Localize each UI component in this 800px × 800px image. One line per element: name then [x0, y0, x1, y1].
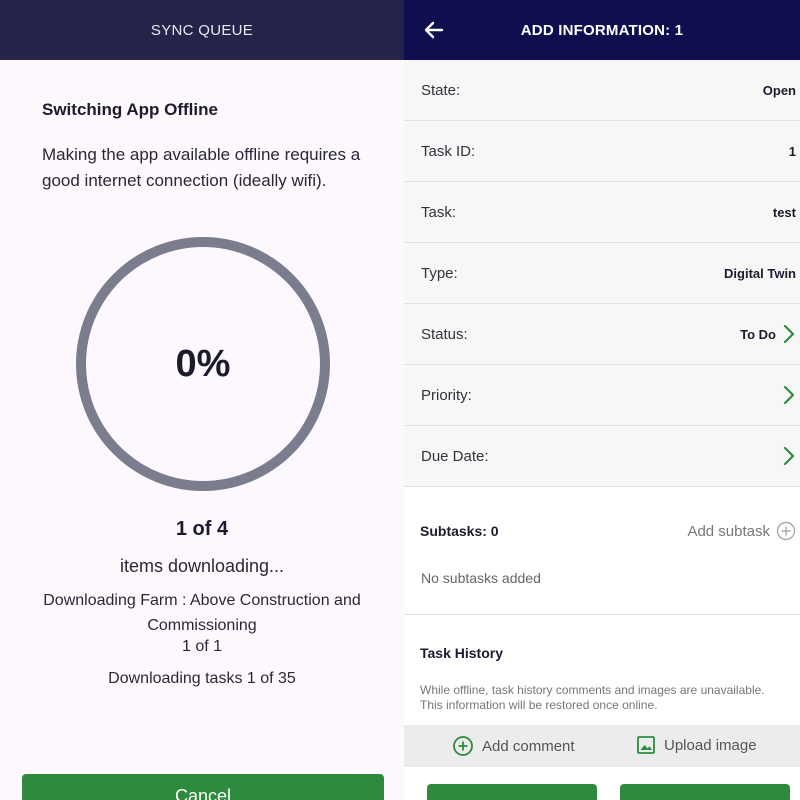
chevron-right-icon[interactable]: [782, 324, 796, 344]
farm-status: Downloading Farm : Above Construction an…: [43, 592, 361, 634]
field-task-id: Task ID: 1: [404, 121, 800, 182]
field-label: State:: [421, 81, 461, 99]
field-label: Task:: [421, 203, 457, 221]
tasks-status: Downloading tasks 1 of 35: [108, 670, 296, 687]
progress-percent: 0%: [175, 342, 231, 385]
field-label: Task ID:: [421, 142, 476, 160]
field-value: Digital Twin: [724, 265, 796, 281]
chevron-right-icon[interactable]: [782, 385, 796, 405]
field-value: test: [772, 204, 796, 220]
field-value: To Do: [740, 326, 776, 342]
subtasks-section: Subtasks: 0 Add subtask No subtasks adde…: [404, 487, 800, 615]
add-information-appbar: ADD INFORMATION: 1: [404, 0, 800, 60]
history-actions-bar: Add comment Upload image: [404, 725, 800, 767]
plus-circle-icon: [776, 521, 796, 541]
field-priority[interactable]: Priority:: [404, 365, 800, 426]
items-status: items downloading...: [119, 556, 285, 576]
task-fields: State: Open Task ID: 1 Task: test Type: …: [404, 60, 800, 487]
arrow-left-icon[interactable]: [422, 18, 446, 42]
field-label: Type:: [421, 264, 458, 282]
upload-image-button[interactable]: Upload image: [636, 735, 757, 755]
image-icon: [637, 736, 655, 754]
field-type: Type: Digital Twin: [404, 243, 800, 304]
offline-description: Making the app available offline require…: [42, 145, 361, 190]
footer-button-left[interactable]: [427, 784, 597, 800]
progress-ring: 0%: [75, 236, 331, 492]
plus-circle-icon: [453, 736, 473, 756]
footer-button-right[interactable]: [620, 784, 790, 800]
sync-queue-appbar: SYNC QUEUE: [0, 0, 404, 60]
items-count: 1 of 4: [175, 518, 229, 540]
add-comment-label: Add comment: [482, 737, 575, 755]
add-subtask-label: Add subtask: [687, 522, 770, 540]
add-information-title: ADD INFORMATION: 1: [520, 21, 684, 39]
add-subtask-button[interactable]: Add subtask: [687, 521, 796, 541]
field-task: Task: test: [404, 182, 800, 243]
farm-count: 1 of 1: [181, 638, 223, 655]
field-value: 1: [788, 143, 796, 159]
chevron-right-icon[interactable]: [782, 446, 796, 466]
field-due-date[interactable]: Due Date:: [404, 426, 800, 487]
field-value: Open: [762, 82, 796, 98]
sync-queue-panel: SYNC QUEUE Switching App Offline Making …: [0, 0, 404, 800]
sync-queue-title: SYNC QUEUE: [150, 21, 254, 39]
add-information-panel: ADD INFORMATION: 1 State: Open Task ID: …: [404, 0, 800, 800]
field-status[interactable]: Status: To Do: [404, 304, 800, 365]
field-label: Due Date:: [421, 447, 489, 465]
add-comment-button[interactable]: Add comment: [452, 735, 575, 757]
cancel-button[interactable]: Cancel: [22, 774, 384, 800]
offline-heading: Switching App Offline: [42, 100, 218, 119]
field-label: Priority:: [421, 386, 472, 404]
subtasks-title: Subtasks: 0: [420, 523, 499, 539]
upload-image-label: Upload image: [664, 736, 757, 754]
field-state: State: Open: [404, 60, 800, 121]
subtasks-empty-text: No subtasks added: [421, 570, 541, 586]
task-history-note: While offline, task history comments and…: [420, 683, 765, 712]
field-label: Status:: [421, 325, 468, 343]
task-history-section: Task History While offline, task history…: [404, 615, 800, 725]
task-history-title: Task History: [420, 645, 503, 661]
